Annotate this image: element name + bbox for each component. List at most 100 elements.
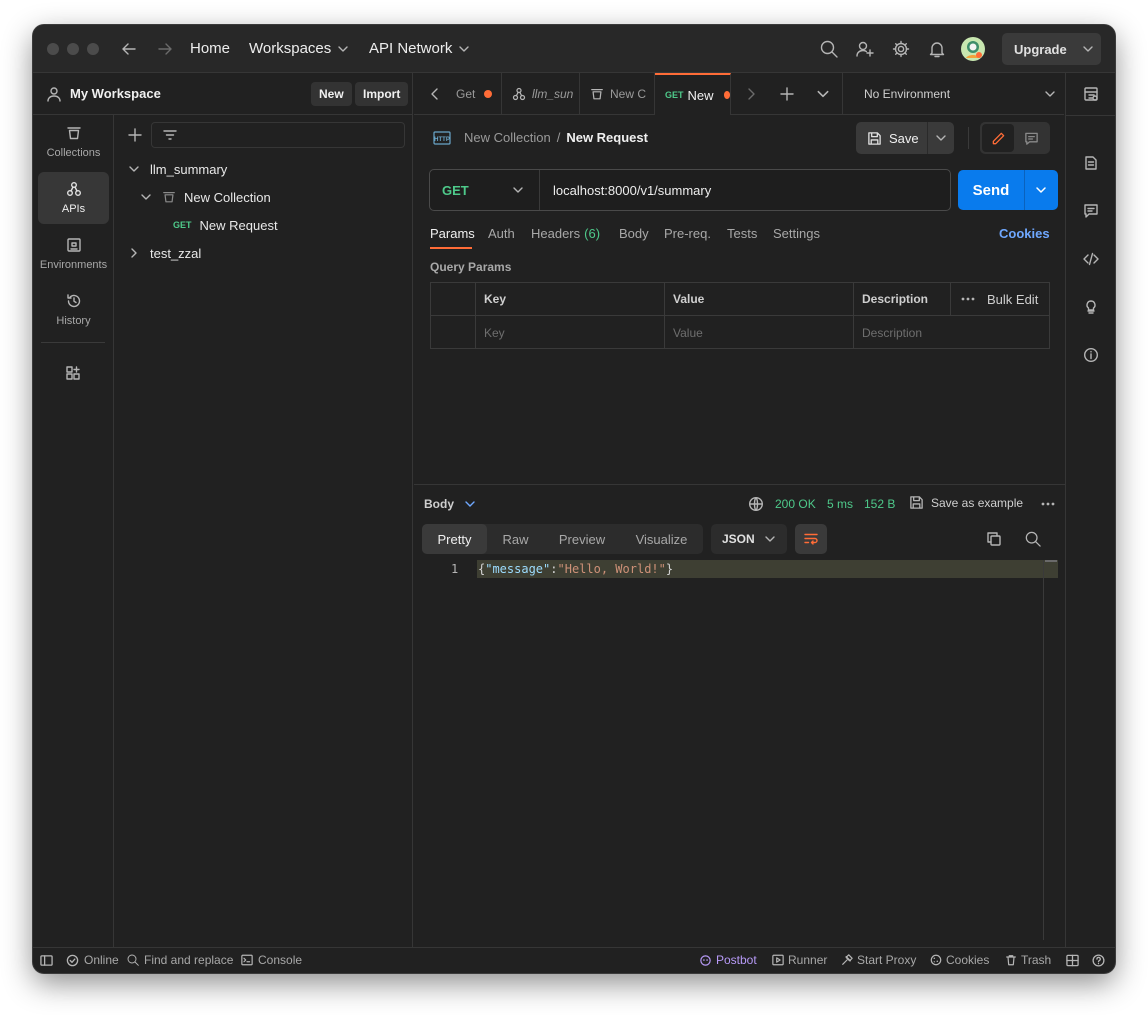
edit-mode-button[interactable]	[982, 124, 1014, 152]
status-bar: Online Find and replace Console Postbot …	[33, 947, 1115, 973]
tab-get[interactable]: Get	[452, 73, 502, 115]
minimize-window-button[interactable]	[67, 43, 79, 55]
tree-item-llm-summary[interactable]: llm_summary	[114, 155, 413, 183]
search-icon[interactable]	[1025, 531, 1041, 547]
search-icon[interactable]	[820, 40, 838, 58]
tab-body[interactable]: Body	[619, 226, 649, 241]
tab-settings[interactable]: Settings	[773, 226, 820, 241]
console-button[interactable]: Console	[241, 953, 302, 967]
import-button[interactable]: Import	[355, 82, 409, 106]
forward-arrow-icon[interactable]	[157, 41, 173, 57]
breadcrumb-collection[interactable]: New Collection	[464, 130, 551, 145]
environment-quick-look-icon[interactable]	[1083, 86, 1099, 102]
cookies-button[interactable]: Cookies	[930, 953, 989, 967]
tabs-menu-chevron-icon[interactable]	[816, 87, 830, 101]
collection-icon	[162, 190, 176, 204]
trash-button[interactable]: Trash	[1005, 953, 1051, 967]
method-select[interactable]: GET	[430, 170, 540, 210]
editor-scrollbar-track[interactable]	[1043, 560, 1044, 940]
tree-item-new-collection[interactable]: New Collection	[114, 183, 413, 211]
view-raw[interactable]: Raw	[487, 524, 544, 554]
scroll-tabs-right-icon[interactable]	[744, 87, 758, 101]
two-pane-view-icon[interactable]	[1066, 954, 1079, 967]
view-pretty[interactable]: Pretty	[422, 524, 487, 554]
key-input[interactable]: Key	[476, 316, 665, 349]
more-options-icon[interactable]	[1041, 502, 1055, 506]
wrap-lines-button[interactable]	[795, 524, 827, 554]
rail-item-history[interactable]: History	[38, 284, 109, 336]
value-input[interactable]: Value	[665, 316, 854, 349]
rail-item-environments[interactable]: Environments	[38, 228, 109, 280]
runner-button[interactable]: Runner	[772, 953, 827, 967]
send-options-chevron-icon[interactable]	[1035, 184, 1047, 196]
home-link[interactable]: Home	[190, 40, 230, 57]
maximize-window-button[interactable]	[87, 43, 99, 55]
settings-gear-icon[interactable]	[892, 40, 910, 58]
postbot-button[interactable]: Postbot	[699, 953, 757, 967]
scroll-tabs-left-icon[interactable]	[428, 87, 442, 101]
filter-input[interactable]	[151, 122, 405, 148]
globe-icon[interactable]	[748, 496, 764, 512]
tab-llm-summary[interactable]: llm_sun	[502, 73, 580, 115]
comments-icon[interactable]	[1083, 203, 1099, 219]
view-preview[interactable]: Preview	[544, 524, 620, 554]
workspaces-menu[interactable]: Workspaces	[249, 40, 349, 57]
save-as-example-button[interactable]: Save as example	[909, 495, 1023, 510]
bulk-edit-link[interactable]: Bulk Edit	[987, 292, 1038, 307]
response-body-selector[interactable]: Body	[424, 497, 476, 511]
comment-mode-button[interactable]	[1014, 124, 1048, 152]
cookies-link[interactable]: Cookies	[999, 226, 1050, 241]
new-button[interactable]: New	[311, 82, 352, 106]
tree-item-new-request[interactable]: GET New Request	[114, 211, 413, 239]
start-proxy-button[interactable]: Start Proxy	[841, 953, 916, 967]
tab-headers[interactable]: Headers (6)	[531, 226, 600, 241]
tree-item-label: New Collection	[184, 189, 271, 205]
tab-params[interactable]: Params	[430, 226, 475, 241]
response-size[interactable]: 152 B	[864, 497, 895, 511]
save-options-chevron-icon[interactable]	[935, 132, 947, 144]
toggle-sidebar-icon[interactable]	[40, 954, 53, 967]
related-collections-icon[interactable]	[1083, 299, 1099, 315]
online-status[interactable]: Online	[66, 953, 119, 967]
tab-pre-request[interactable]: Pre-req.	[664, 226, 711, 241]
response-time[interactable]: 5 ms	[827, 497, 853, 511]
copy-icon[interactable]	[986, 531, 1002, 547]
help-icon[interactable]	[1092, 954, 1105, 967]
more-options-icon[interactable]	[961, 297, 975, 301]
start-proxy-label: Start Proxy	[857, 953, 917, 967]
view-visualize[interactable]: Visualize	[620, 524, 703, 554]
back-arrow-icon[interactable]	[121, 41, 137, 57]
invite-user-icon[interactable]	[856, 40, 874, 58]
scroll-indicator	[1045, 560, 1057, 562]
notifications-bell-icon[interactable]	[928, 40, 946, 58]
tree-item-test-zzal[interactable]: test_zzal	[114, 239, 413, 267]
new-tab-icon[interactable]	[779, 86, 795, 102]
rail-divider	[1066, 115, 1115, 116]
format-select[interactable]: JSON	[711, 524, 787, 554]
rail-item-apis[interactable]: APIs	[38, 172, 109, 224]
rail-item-collections[interactable]: Collections	[38, 116, 109, 168]
tab-new-request[interactable]: GET New	[655, 73, 731, 115]
upgrade-button[interactable]: Upgrade	[1002, 33, 1101, 65]
workspace-name[interactable]: My Workspace	[70, 86, 161, 101]
tab-tests[interactable]: Tests	[727, 226, 757, 241]
tab-new-collection[interactable]: New C	[580, 73, 655, 115]
api-network-menu[interactable]: API Network	[369, 40, 470, 57]
description-input[interactable]: Description	[854, 316, 922, 349]
send-button[interactable]: Send	[958, 170, 1025, 210]
environment-selector[interactable]: No Environment	[843, 73, 1064, 115]
info-icon[interactable]	[1083, 347, 1099, 363]
avatar[interactable]	[961, 37, 985, 61]
add-icon[interactable]	[127, 127, 143, 143]
configure-sidebar-icon[interactable]	[65, 365, 81, 381]
tab-auth[interactable]: Auth	[488, 226, 515, 241]
documentation-icon[interactable]	[1083, 155, 1099, 171]
close-window-button[interactable]	[47, 43, 59, 55]
breadcrumb-request[interactable]: New Request	[566, 130, 648, 145]
url-input[interactable]: localhost:8000/v1/summary	[553, 183, 711, 198]
code-icon[interactable]	[1083, 251, 1099, 267]
save-button[interactable]: Save	[856, 122, 928, 154]
response-body-code[interactable]: { "message" : "Hello, World!" }	[478, 562, 673, 576]
find-and-replace-button[interactable]: Find and replace	[127, 953, 233, 967]
status-code[interactable]: 200 OK	[775, 497, 816, 511]
